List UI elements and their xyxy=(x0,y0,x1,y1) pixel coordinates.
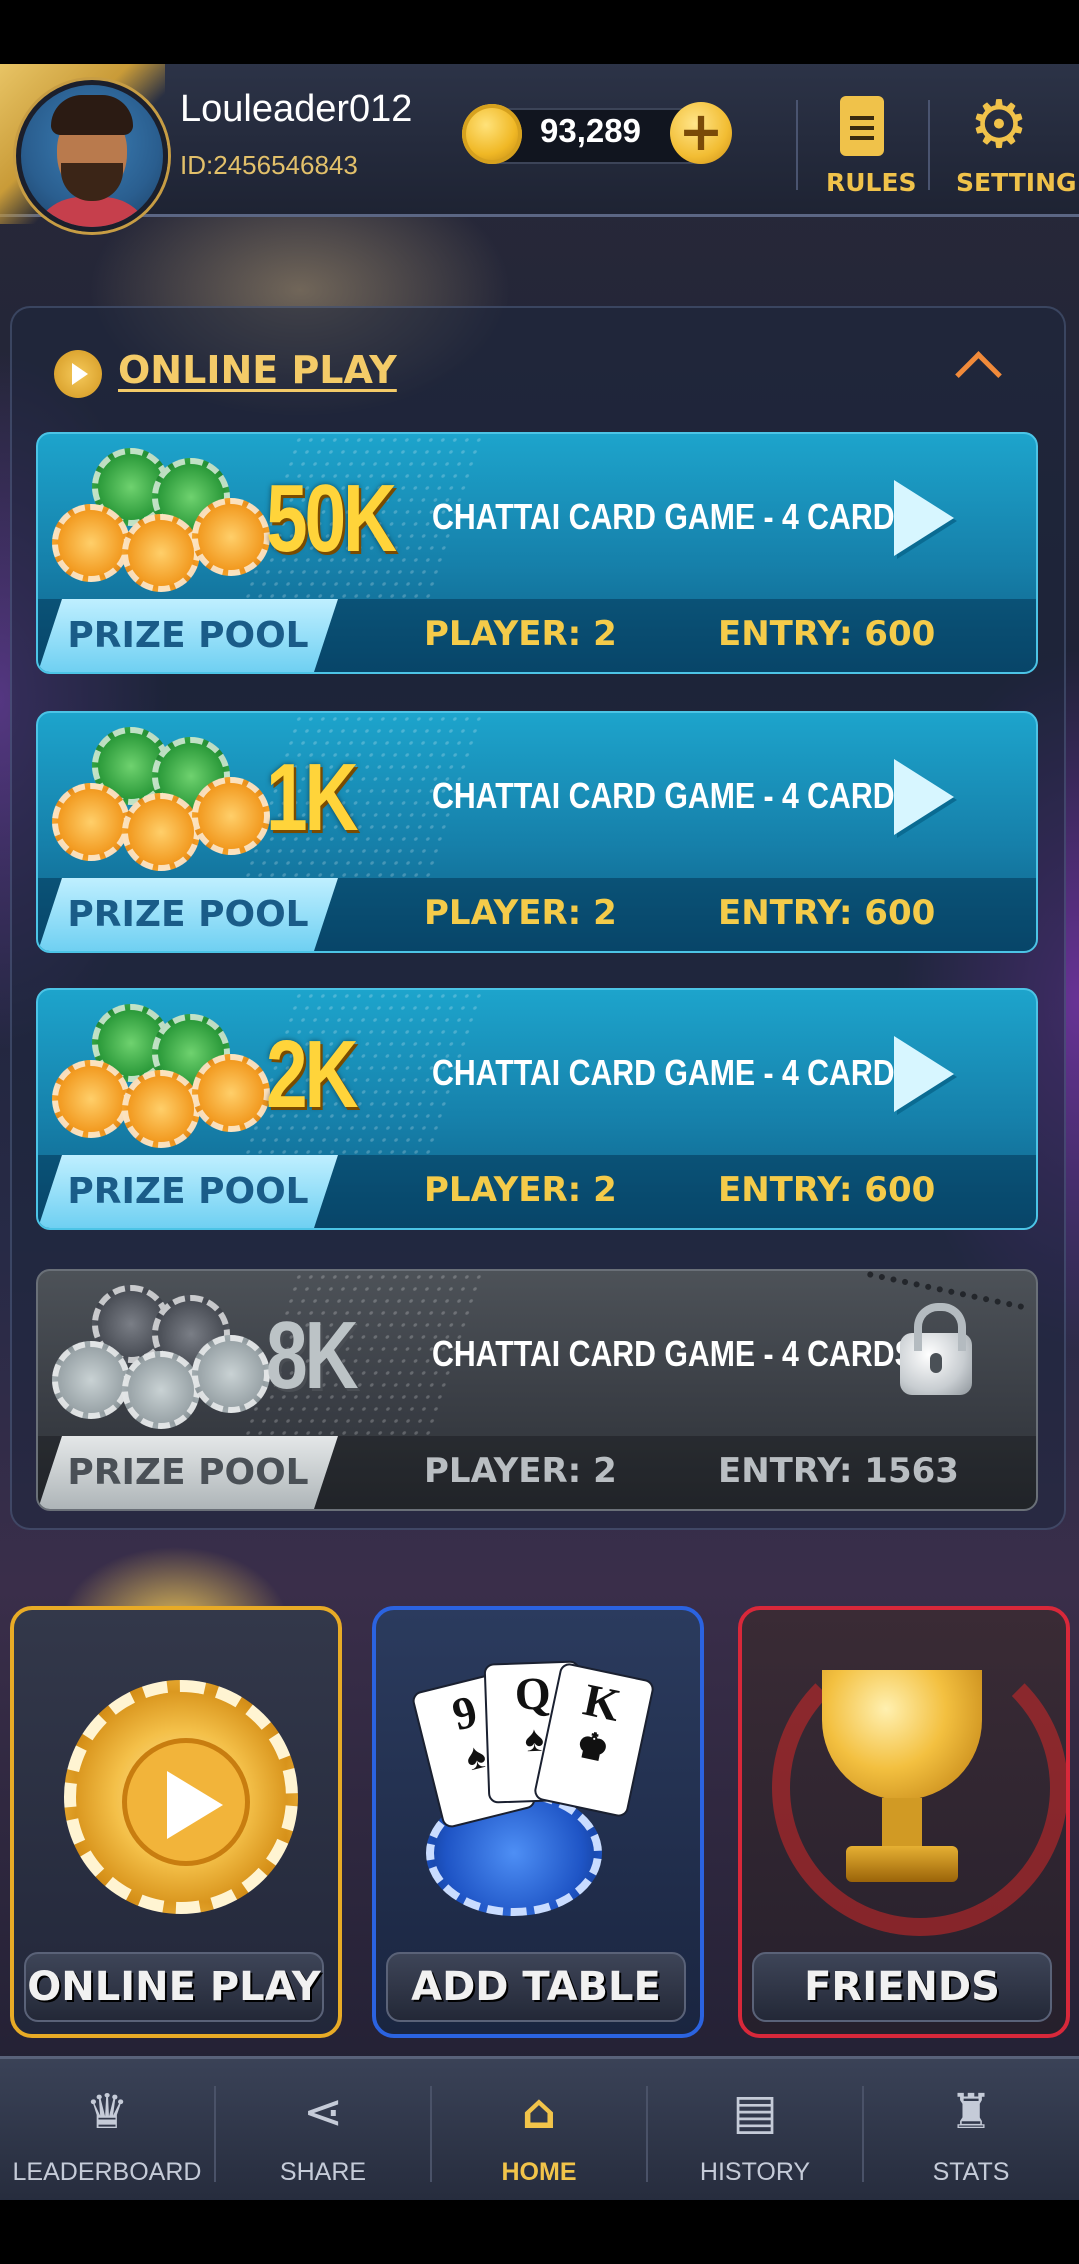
game-title: CHATTAI CARD GAME - 4 CARDS xyxy=(432,496,915,537)
play-arrow-icon[interactable] xyxy=(894,1036,954,1112)
game-title: CHATTAI CARD GAME - 4 CARDS xyxy=(432,1052,915,1093)
player-count: PLAYER: 2 xyxy=(424,1451,617,1491)
coin-icon xyxy=(462,104,522,164)
chips-pile-icon xyxy=(52,1281,282,1431)
friends-play-button[interactable]: FRIENDS PLAY xyxy=(738,1606,1070,2038)
section-title[interactable]: ONLINE PLAY xyxy=(118,348,397,392)
online-play-button[interactable]: ONLINE PLAY xyxy=(10,1606,342,2038)
game-title: CHATTAI CARD GAME - 4 CARDS xyxy=(432,775,915,816)
game-card-locked[interactable]: 8K CHATTAI CARD GAME - 4 CARDS PRIZE POO… xyxy=(36,1269,1038,1511)
nav-label: STATS xyxy=(932,2158,1010,2186)
prize-pool-label: PRIZE POOL xyxy=(38,878,338,951)
online-play-label: ONLINE PLAY xyxy=(24,1952,324,2022)
rules-label[interactable]: RULES xyxy=(826,168,917,197)
nav-item-share[interactable]: ⋖ SHARE xyxy=(216,2060,430,2200)
trophy-stem xyxy=(882,1798,922,1848)
nav-item-history[interactable]: ▤ HISTORY xyxy=(648,2060,862,2200)
username: Louleader012 xyxy=(180,88,413,130)
avatar-hair xyxy=(51,95,133,135)
chips-pile-icon xyxy=(52,444,282,594)
trophy-icon: ♜ xyxy=(949,2084,993,2140)
nav-label: LEADERBOARD xyxy=(12,2158,202,2186)
play-circle-icon xyxy=(54,350,102,398)
home-icon: ⌂ xyxy=(521,2084,557,2140)
avatar-shirt xyxy=(31,197,153,227)
game-card[interactable]: 2K CHATTAI CARD GAME - 4 CARDS PRIZE POO… xyxy=(36,988,1038,1230)
chips-pile-icon xyxy=(52,723,282,873)
play-chip-icon xyxy=(64,1680,298,1914)
game-title: CHATTAI CARD GAME - 4 CARDS xyxy=(432,1333,915,1374)
play-arrow-icon[interactable] xyxy=(894,759,954,835)
setting-label[interactable]: SETTING xyxy=(956,168,1077,197)
lock-icon xyxy=(900,1303,972,1395)
header-divider xyxy=(928,100,930,190)
history-icon: ▤ xyxy=(732,2084,778,2140)
nav-label: SHARE xyxy=(279,2158,367,2186)
avatar-beard xyxy=(61,163,123,201)
rules-icon[interactable] xyxy=(840,96,884,156)
prize-pool-label: PRIZE POOL xyxy=(38,599,338,672)
user-id: ID:2456546843 xyxy=(180,150,358,180)
nav-item-leaderboard[interactable]: ♛ LEADERBOARD xyxy=(0,2060,214,2200)
entry-fee: ENTRY: 1563 xyxy=(718,1451,959,1491)
add-table-button[interactable]: 9 ♠ Q ♠ K ♚ ADD TABLE xyxy=(372,1606,704,2038)
share-icon: ⋖ xyxy=(302,2084,344,2140)
nav-item-stats[interactable]: ♜ STATS xyxy=(864,2060,1078,2200)
prize-amount: 2K xyxy=(266,1021,359,1128)
player-count: PLAYER: 2 xyxy=(424,614,617,654)
player-count: PLAYER: 2 xyxy=(424,1170,617,1210)
coin-balance: 93,289 xyxy=(540,112,641,149)
game-card[interactable]: 50K CHATTAI CARD GAME - 4 CARDS PRIZE PO… xyxy=(36,432,1038,674)
avatar[interactable] xyxy=(16,80,168,232)
nav-item-home[interactable]: ⌂ HOME xyxy=(432,2060,646,2200)
prize-pool-label: PRIZE POOL xyxy=(38,1436,338,1509)
prize-amount: 50K xyxy=(266,465,397,572)
chips-pile-icon xyxy=(52,1000,282,1150)
gear-icon[interactable]: ⚙ xyxy=(966,92,1032,158)
crown-icon: ♛ xyxy=(85,2084,129,2140)
prize-pool-label: PRIZE POOL xyxy=(38,1155,338,1228)
entry-fee: ENTRY: 600 xyxy=(718,1170,936,1210)
header-divider xyxy=(796,100,798,190)
trophy-base xyxy=(846,1846,958,1882)
entry-fee: ENTRY: 600 xyxy=(718,893,936,933)
nav-label: HISTORY xyxy=(699,2158,811,2186)
status-bar xyxy=(0,0,1079,64)
play-arrow-icon[interactable] xyxy=(894,480,954,556)
add-coins-button[interactable]: + xyxy=(670,102,732,164)
friends-play-label: FRIENDS PLAY xyxy=(752,1952,1052,2034)
game-card[interactable]: 1K CHATTAI CARD GAME - 4 CARDS PRIZE POO… xyxy=(36,711,1038,953)
prize-amount: 8K xyxy=(266,1302,359,1409)
system-nav-bar xyxy=(0,2200,1079,2264)
add-table-label: ADD TABLE xyxy=(386,1952,686,2022)
nav-label: HOME xyxy=(501,2158,577,2186)
prize-amount: 1K xyxy=(266,744,359,851)
entry-fee: ENTRY: 600 xyxy=(718,614,936,654)
player-count: PLAYER: 2 xyxy=(424,893,617,933)
